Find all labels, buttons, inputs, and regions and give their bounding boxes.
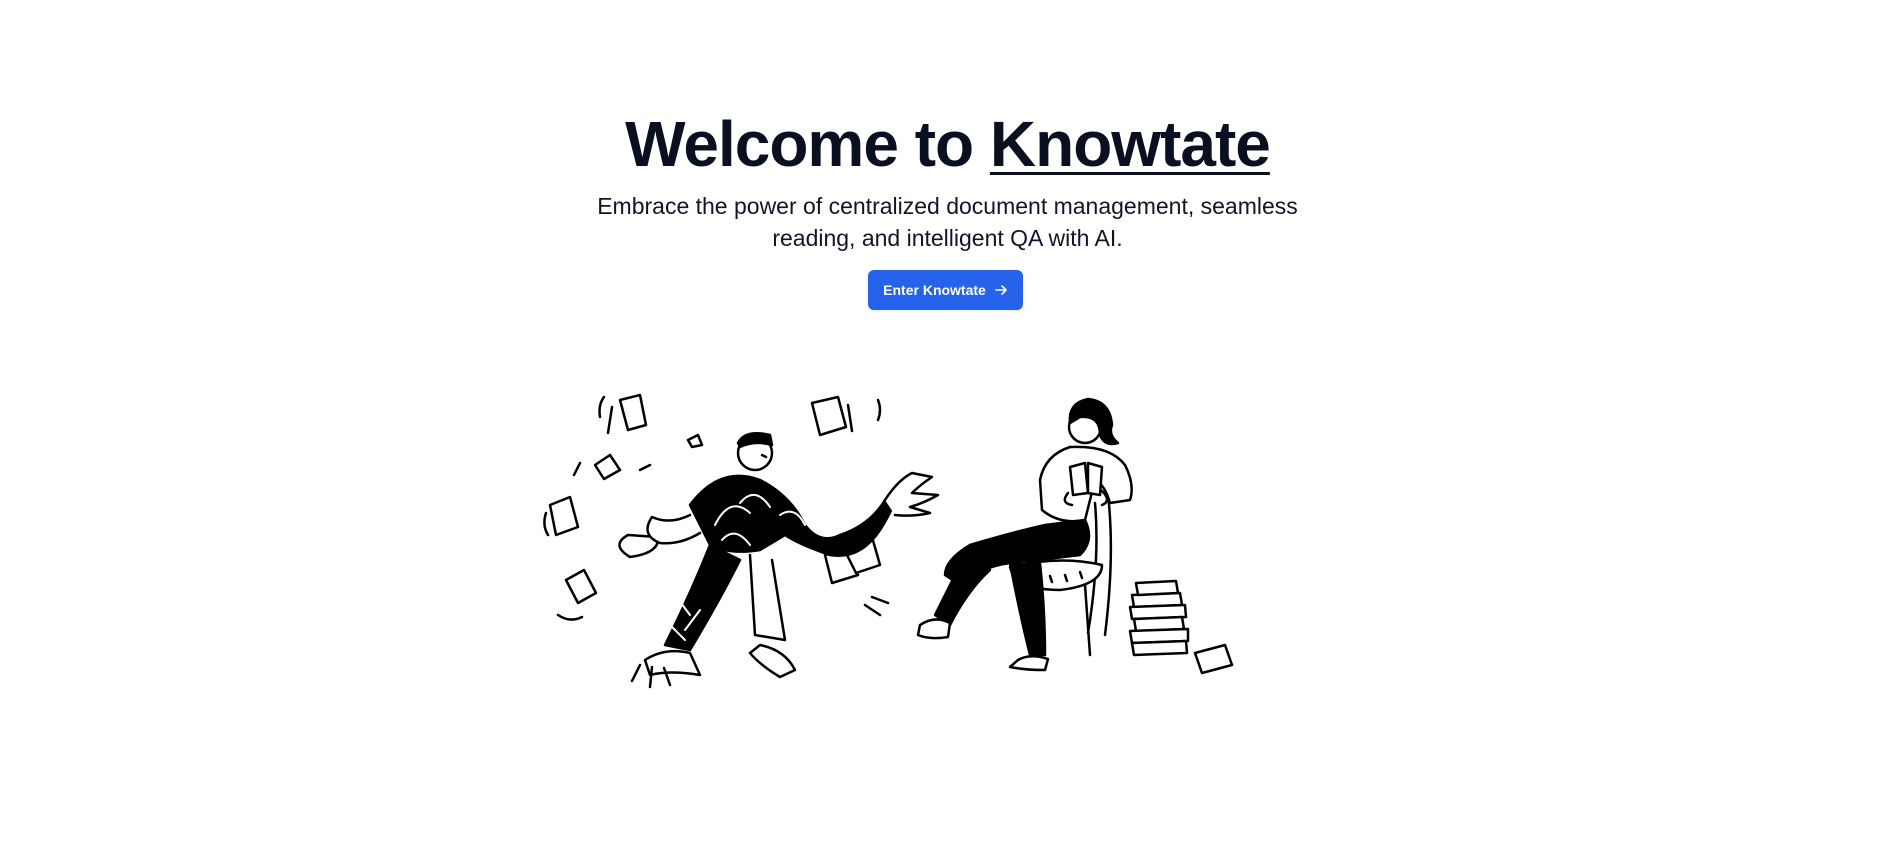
- enter-button-label: Enter Knowtate: [883, 282, 986, 298]
- brand-name: Knowtate: [989, 108, 1271, 180]
- reading-person-figure: [916, 397, 1234, 675]
- enter-knowtate-button[interactable]: Enter Knowtate: [868, 270, 1023, 310]
- arrow-right-icon: [994, 283, 1008, 297]
- hero-subtitle: Embrace the power of centralized documen…: [597, 193, 1298, 251]
- juggling-person-figure: [543, 393, 940, 689]
- page-title: Welcome to Knowtate: [0, 104, 1895, 184]
- title-prefix: Welcome to: [625, 108, 990, 180]
- hero-illustration: [543, 393, 1234, 689]
